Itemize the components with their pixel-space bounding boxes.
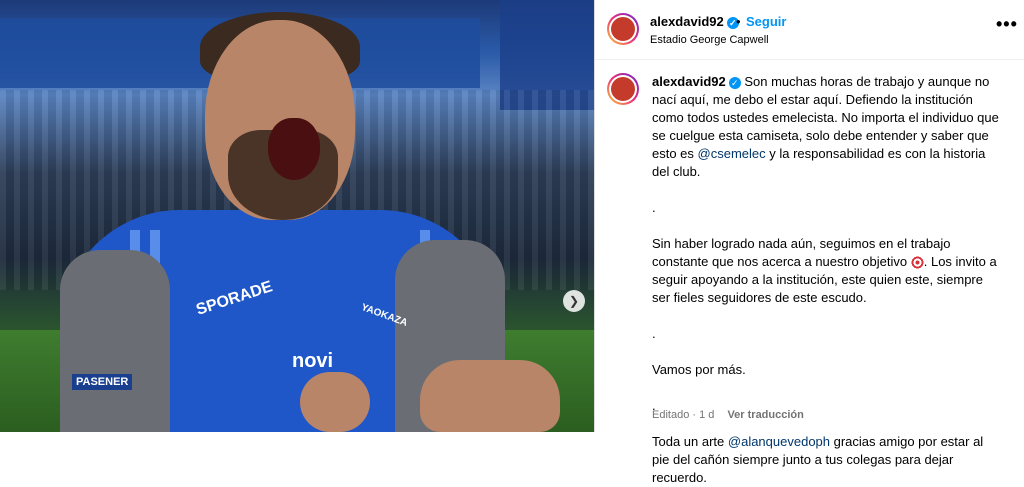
location-link[interactable]: Estadio George Capwell: [650, 34, 769, 46]
caption-paragraph: Toda un arte @alanquevedoph gracias amig…: [652, 434, 984, 485]
player-hand: [420, 360, 560, 432]
player-mouth: [268, 118, 320, 180]
post-caption: alexdavid92 ✓ Son muchas horas de trabajo…: [652, 73, 1002, 487]
edited-timestamp: Editado · 1 d: [652, 409, 715, 421]
see-translation-button[interactable]: Ver traducción: [727, 409, 803, 421]
sponsor-chest: novi: [292, 350, 334, 372]
caption-paragraph: Sin haber logrado nada aún, seguimos en …: [652, 236, 997, 305]
avatar[interactable]: [607, 13, 639, 45]
caption-paragraph: .: [652, 200, 656, 215]
caption-avatar[interactable]: [607, 73, 639, 105]
separator-dot: •: [736, 14, 741, 29]
username-link[interactable]: alexdavid92 ✓: [650, 14, 739, 29]
divider: [594, 0, 595, 432]
post-meta: Editado · 1 d Ver traducción: [652, 409, 804, 421]
target-emoji-icon: [910, 256, 924, 270]
verified-badge-icon: ✓: [728, 76, 741, 89]
caption-username[interactable]: alexdavid92: [652, 74, 726, 89]
jersey-sleeve-left: [60, 250, 170, 432]
follow-button[interactable]: Seguir: [746, 14, 786, 29]
next-image-button[interactable]: ❯: [563, 290, 585, 312]
caption-paragraph: alexdavid92 ✓ Son muchas horas de trabajo…: [652, 74, 999, 179]
caption-paragraph: .: [652, 326, 656, 341]
sponsor-lower-left: PASENER: [72, 374, 133, 390]
player-fist: [300, 372, 370, 432]
post-header: [595, 0, 1024, 60]
mention-link[interactable]: @csemelec: [698, 146, 766, 161]
caption-paragraph: Vamos por más.: [652, 362, 746, 377]
post-media[interactable]: SPORADE novi PASENER YAOKAZA ❯: [0, 0, 594, 432]
chevron-right-icon: ❯: [568, 294, 580, 308]
mention-link[interactable]: @alanquevedoph: [728, 434, 830, 449]
more-options-icon[interactable]: •••: [996, 14, 1018, 35]
